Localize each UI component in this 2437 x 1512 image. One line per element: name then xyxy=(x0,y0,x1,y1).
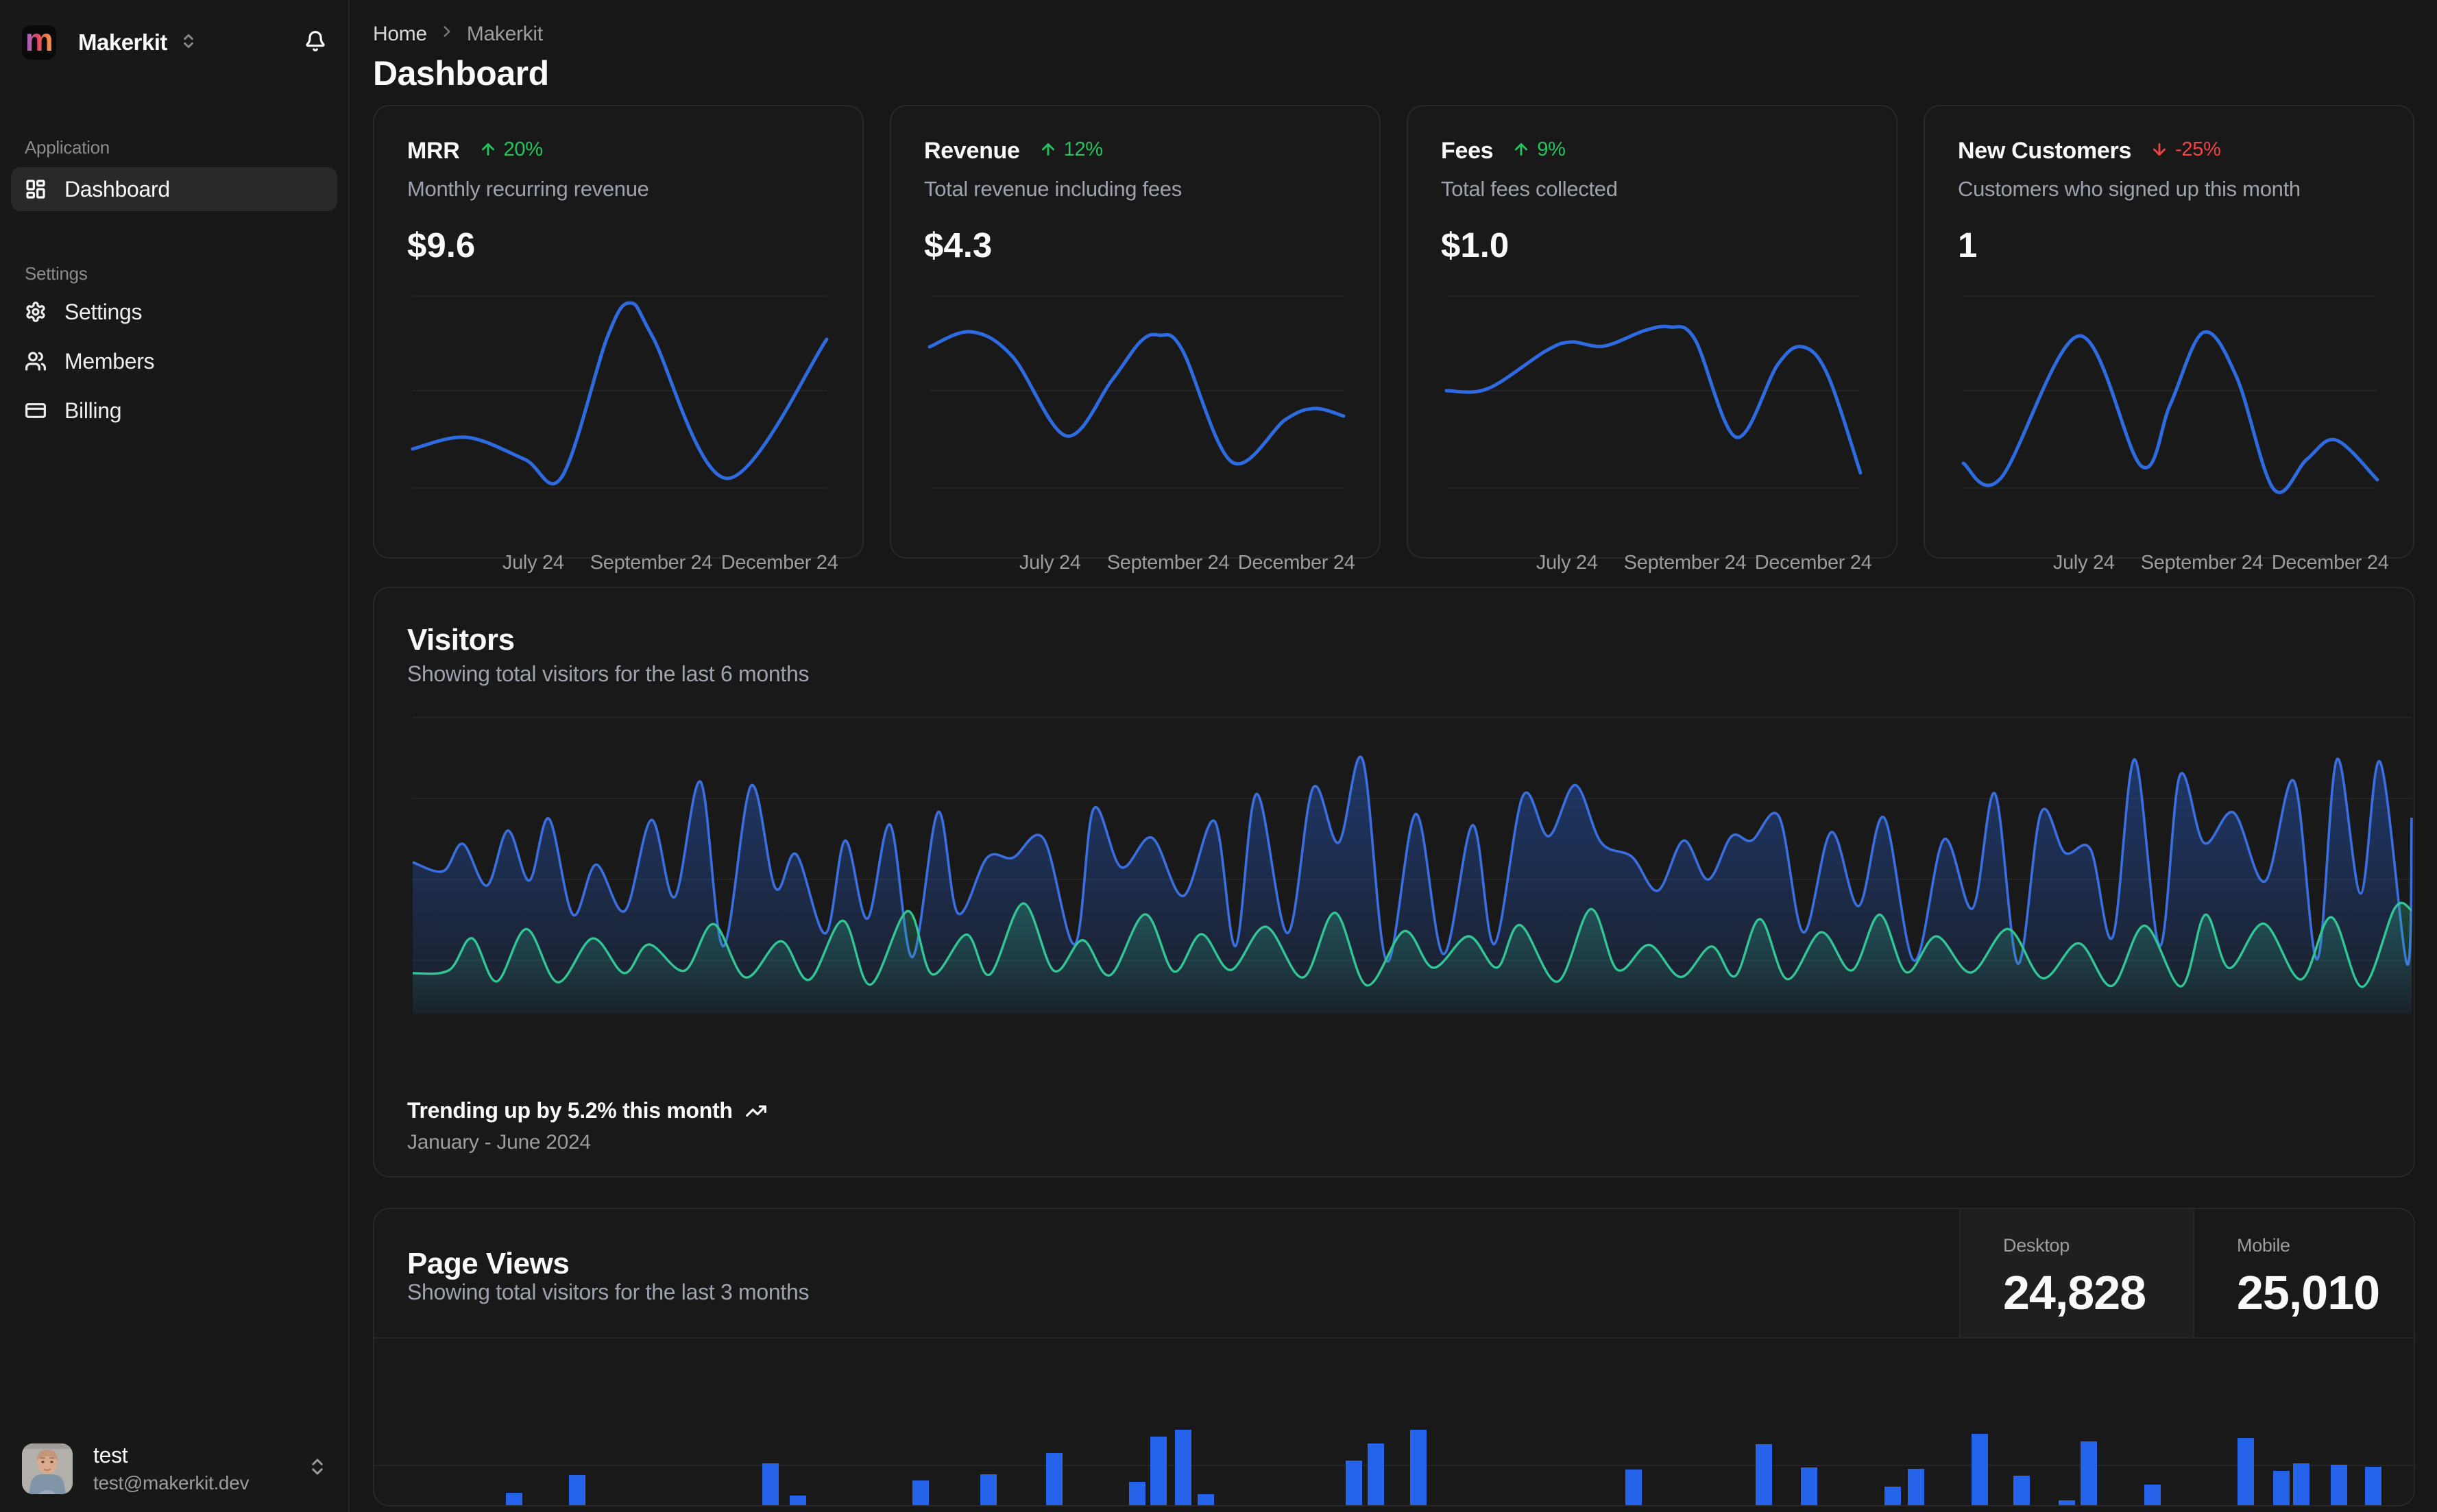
svg-text:m: m xyxy=(25,25,53,58)
